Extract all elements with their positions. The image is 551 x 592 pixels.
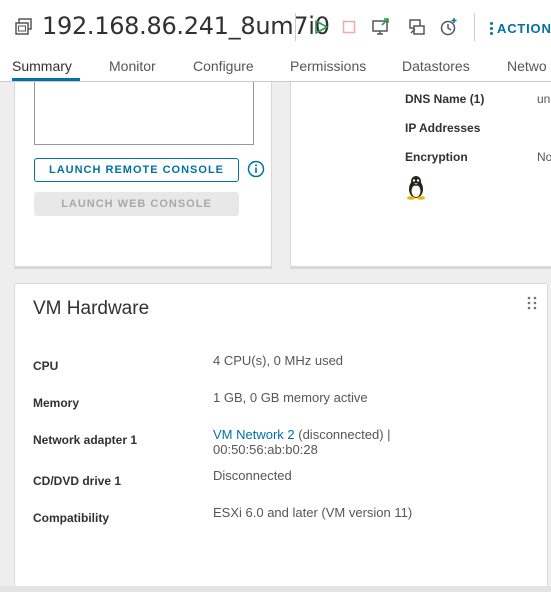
tab-bar: Summary Monitor Configure Permissions Da…: [0, 54, 551, 82]
launch-web-console-button[interactable]: LAUNCH WEB CONSOLE: [34, 192, 239, 216]
mac-address: 00:50:56:ab:b0:28: [213, 442, 318, 457]
tab-datastores[interactable]: Datastores: [402, 58, 470, 74]
migrate-icon[interactable]: [406, 16, 428, 38]
power-off-icon[interactable]: [338, 16, 360, 38]
toolbar-divider: [295, 13, 296, 41]
launch-remote-console-button[interactable]: LAUNCH REMOTE CONSOLE: [34, 158, 239, 182]
memory-value: 1 GB, 0 GB memory active: [213, 390, 368, 405]
ip-addresses-label: IP Addresses: [405, 121, 481, 135]
memory-label: Memory: [33, 396, 80, 410]
tab-permissions[interactable]: Permissions: [290, 58, 366, 74]
guest-info-card: DNS Name (1) un IP Addresses Encryption …: [290, 82, 551, 267]
tab-summary[interactable]: Summary: [12, 58, 72, 74]
vm-icon: [14, 17, 34, 37]
actions-menu-button[interactable]: ACTION: [490, 18, 551, 38]
network-status: (disconnected) |: [294, 427, 391, 442]
network-adapter-value: VM Network 2 (disconnected) | 00:50:56:a…: [213, 427, 391, 457]
vm-network-link[interactable]: VM Network 2: [213, 427, 295, 442]
actions-label: ACTION: [497, 20, 551, 36]
dns-name-label: DNS Name (1): [405, 92, 485, 106]
vm-hardware-title: VM Hardware: [33, 298, 150, 319]
console-thumbnail[interactable]: [34, 82, 254, 145]
encryption-value: No: [537, 150, 551, 164]
linux-tux-icon: [405, 174, 427, 200]
tab-configure[interactable]: Configure: [193, 58, 254, 74]
toolbar-divider: [474, 13, 475, 41]
cpu-value: 4 CPU(s), 0 MHz used: [213, 353, 344, 368]
snapshot-icon[interactable]: [438, 16, 460, 38]
console-card: LAUNCH REMOTE CONSOLE LAUNCH WEB CONSOLE: [14, 82, 272, 267]
bottom-scroll-region: [0, 586, 551, 592]
dns-name-value: un: [537, 92, 551, 106]
vm-hardware-card: VM Hardware CPU 4 CPU(s), 0 MHz used Mem…: [14, 283, 548, 592]
tab-monitor[interactable]: Monitor: [109, 58, 156, 74]
encryption-label: Encryption: [405, 150, 468, 164]
network-adapter-label: Network adapter 1: [33, 433, 138, 447]
drag-handle-icon[interactable]: [527, 296, 537, 310]
tab-networks[interactable]: Netwo: [507, 58, 547, 74]
cpu-label: CPU: [33, 359, 59, 373]
cd-dvd-value: Disconnected: [213, 468, 292, 483]
vm-title: 192.168.86.241_8um7i0: [42, 12, 330, 40]
actions-menu-icon: [490, 21, 493, 35]
active-tab-indicator: [12, 78, 80, 81]
compatibility-label: Compatibility: [33, 511, 110, 525]
vm-header: 192.168.86.241_8um7i0 ACTION: [0, 0, 551, 54]
compatibility-value: ESXi 6.0 and later (VM version 11): [213, 505, 413, 520]
info-icon[interactable]: [247, 160, 265, 178]
power-on-icon[interactable]: [310, 16, 332, 38]
launch-console-icon[interactable]: [370, 16, 392, 38]
cd-dvd-label: CD/DVD drive 1: [33, 474, 122, 488]
